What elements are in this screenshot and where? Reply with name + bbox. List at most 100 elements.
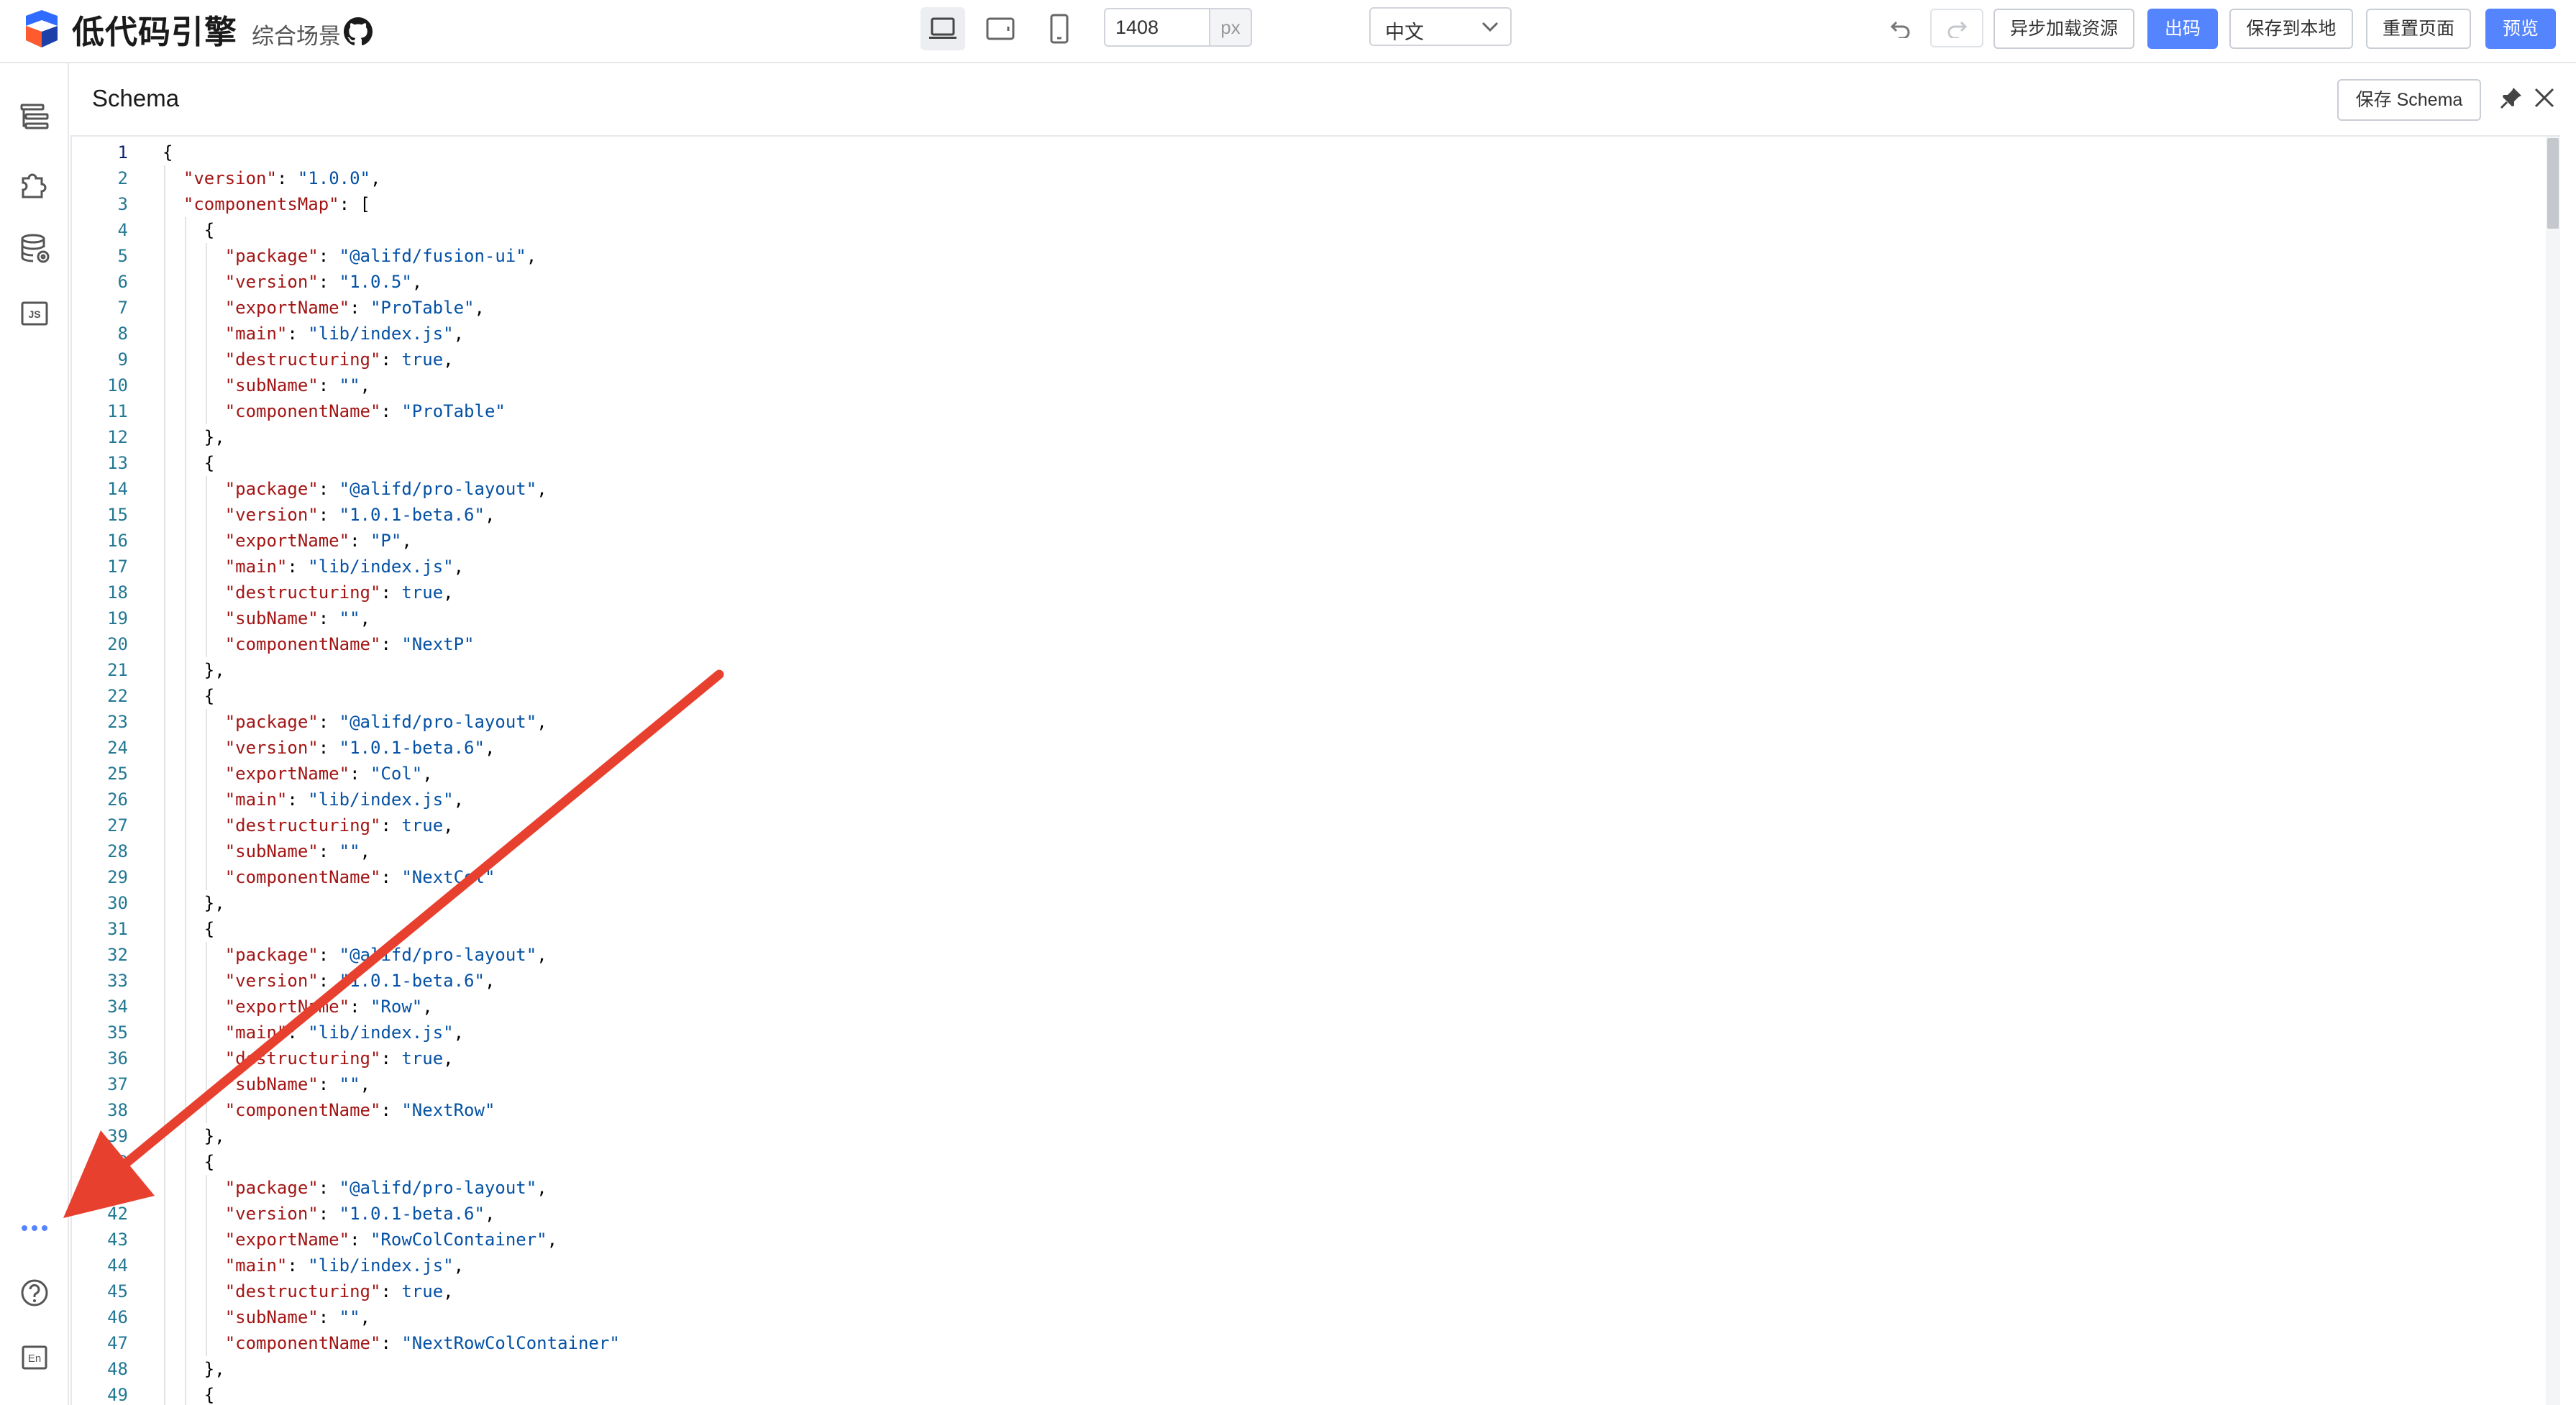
indent-guide — [184, 683, 186, 709]
indent-guide — [184, 735, 186, 761]
code-line: 20 "componentName": "NextP" — [72, 631, 2546, 657]
indent-guide — [164, 813, 165, 838]
component-library-icon[interactable] — [17, 165, 52, 200]
line-number: 36 — [107, 1048, 128, 1068]
line-number: 29 — [107, 867, 128, 887]
indent-guide — [184, 424, 186, 450]
tablet-icon — [986, 17, 1015, 40]
indent-guide — [164, 864, 165, 890]
line-number: 3 — [117, 194, 128, 214]
tablet-view-button[interactable] — [978, 7, 1023, 50]
code-text: "exportName": "ProTable", — [224, 298, 485, 318]
save-schema-button[interactable]: 保存 Schema — [2337, 79, 2481, 121]
indent-guide — [205, 709, 207, 735]
indent-guide — [184, 1227, 186, 1253]
desktop-view-button[interactable] — [921, 7, 965, 50]
code-text: "componentName": "NextRowColContainer" — [224, 1333, 620, 1353]
code-line: 6 "version": "1.0.5", — [72, 269, 2546, 295]
reset-page-button[interactable]: 重置页面 — [2366, 9, 2471, 49]
code-line: 3 "componentsMap": [ — [72, 191, 2546, 217]
indent-guide — [164, 424, 165, 450]
indent-guide — [205, 476, 207, 502]
line-number: 35 — [107, 1022, 128, 1043]
indent-guide — [184, 295, 186, 321]
indent-guide — [184, 1278, 186, 1304]
code-line: 18 "destructuring": true, — [72, 580, 2546, 605]
outline-tree-icon[interactable] — [17, 99, 52, 134]
js-code-icon[interactable]: JS — [17, 296, 52, 331]
indent-guide — [205, 1278, 207, 1304]
indent-guide — [164, 295, 165, 321]
redo-icon — [1947, 21, 1968, 38]
code-text: { — [204, 686, 215, 706]
pin-icon[interactable] — [2498, 85, 2524, 111]
indent-guide — [205, 528, 207, 554]
undo-button[interactable] — [1883, 9, 1919, 47]
indent-guide — [164, 1175, 165, 1201]
indent-guide — [184, 1071, 186, 1097]
indent-guide — [205, 838, 207, 864]
code-line: 1{ — [72, 139, 2546, 165]
datasource-icon[interactable] — [17, 232, 52, 266]
code-line: 35 "main": "lib/index.js", — [72, 1020, 2546, 1045]
indent-guide — [184, 942, 186, 968]
github-icon[interactable] — [344, 17, 373, 46]
language-select[interactable]: 中文 — [1369, 7, 1512, 46]
indent-guide — [184, 1045, 186, 1071]
code-line: 46 "subName": "", — [72, 1304, 2546, 1330]
save-local-button[interactable]: 保存到本地 — [2229, 9, 2353, 49]
schema-code-editor[interactable]: 1{2 "version": "1.0.0", 3 "componentsMap": … — [70, 135, 2560, 1405]
line-number: 21 — [107, 660, 128, 680]
code-line: 19 "subName": "", — [72, 605, 2546, 631]
code-line: 25 "exportName": "Col", — [72, 761, 2546, 787]
line-number: 42 — [107, 1204, 128, 1224]
language-switch-icon[interactable]: En — [17, 1340, 52, 1375]
code-line: 38 "componentName": "NextRow" — [72, 1097, 2546, 1123]
preview-button[interactable]: 预览 — [2485, 9, 2556, 49]
line-number: 45 — [107, 1281, 128, 1301]
indent-guide — [205, 735, 207, 761]
help-icon[interactable] — [17, 1276, 52, 1310]
line-number: 39 — [107, 1126, 128, 1146]
indent-guide — [205, 502, 207, 528]
indent-guide — [205, 1253, 207, 1278]
code-text: "main": "lib/index.js", — [224, 324, 465, 344]
redo-button[interactable] — [1930, 9, 1983, 47]
code-text: }, — [204, 1126, 225, 1146]
indent-guide — [205, 942, 207, 968]
indent-guide — [164, 1278, 165, 1304]
indent-guide — [205, 994, 207, 1020]
line-number: 46 — [107, 1307, 128, 1327]
indent-guide — [164, 1045, 165, 1071]
indent-guide — [205, 1045, 207, 1071]
editor-scrollbar[interactable] — [2546, 137, 2560, 1405]
indent-guide — [164, 787, 165, 813]
code-text: "package": "@alifd/pro-layout", — [224, 945, 547, 965]
more-icon[interactable] — [17, 1211, 52, 1245]
code-text: "exportName": "Col", — [224, 764, 433, 784]
code-line: 10 "subName": "", — [72, 372, 2546, 398]
line-number: 43 — [107, 1230, 128, 1250]
indent-guide — [205, 761, 207, 787]
code-text: "componentsMap": [ — [183, 194, 370, 214]
code-line: 40 { — [72, 1149, 2546, 1175]
indent-guide — [164, 1227, 165, 1253]
async-load-resources-button[interactable]: 异步加载资源 — [1993, 9, 2134, 49]
indent-guide — [205, 787, 207, 813]
indent-guide — [164, 1330, 165, 1356]
indent-guide — [164, 554, 165, 580]
editor-scrollbar-thumb[interactable] — [2547, 138, 2559, 229]
line-number: 26 — [107, 790, 128, 810]
canvas-width-input[interactable] — [1104, 8, 1209, 47]
code-text: "componentName": "NextP" — [224, 634, 475, 654]
code-text: "version": "1.0.0", — [183, 168, 381, 188]
indent-guide — [184, 1123, 186, 1149]
export-code-button[interactable]: 出码 — [2147, 9, 2218, 49]
indent-guide — [184, 372, 186, 398]
code-line: 15 "version": "1.0.1-beta.6", — [72, 502, 2546, 528]
logo-title: 低代码引擎 — [72, 14, 238, 50]
indent-guide — [205, 1201, 207, 1227]
indent-guide — [164, 476, 165, 502]
close-icon[interactable] — [2531, 85, 2557, 111]
mobile-view-button[interactable] — [1037, 7, 1082, 50]
